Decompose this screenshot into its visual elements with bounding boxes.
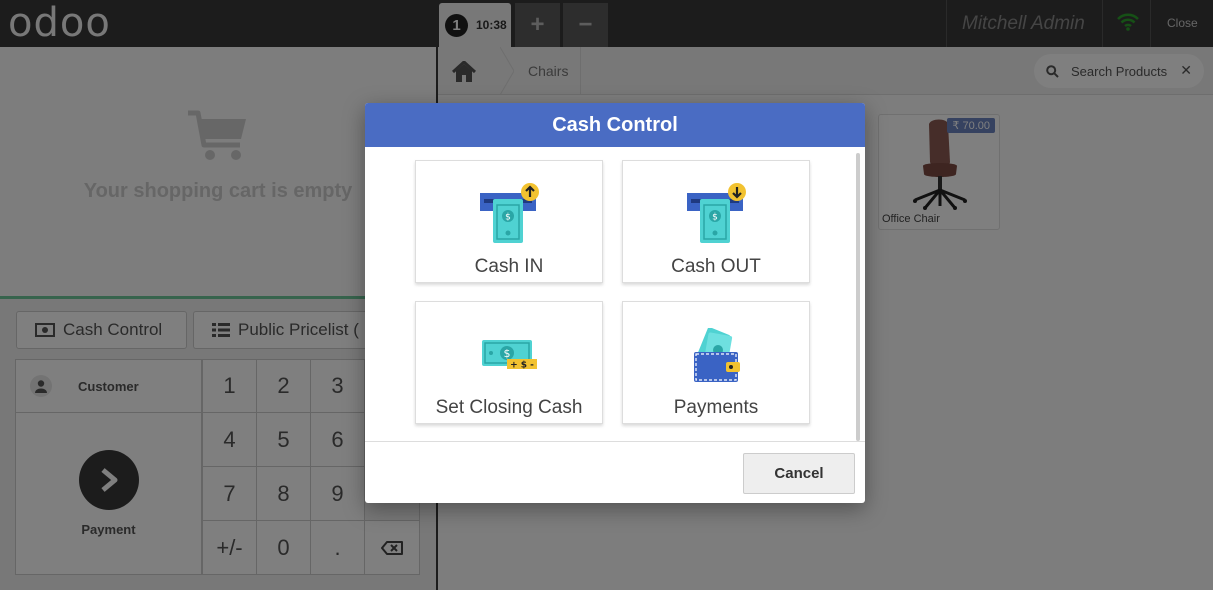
dialog-body: $ Cash IN $ Cash OUT $ + $ - Set Closing… <box>365 147 865 442</box>
cash-control-dialog: Cash Control $ Cash IN $ Cash OUT $ + $ … <box>365 103 865 503</box>
cash-in-icon: $ <box>416 183 604 245</box>
svg-text:$: $ <box>505 213 511 223</box>
payments-button[interactable]: Payments <box>622 301 810 424</box>
dialog-scrollbar[interactable] <box>856 153 860 441</box>
cash-out-icon: $ <box>623 183 811 245</box>
cash-out-label: Cash OUT <box>671 256 761 277</box>
closing-cash-icon: $ + $ - <box>416 338 604 370</box>
cash-in-label: Cash IN <box>474 256 544 277</box>
set-closing-cash-label: Set Closing Cash <box>435 397 583 418</box>
dialog-title: Cash Control <box>365 103 865 147</box>
set-closing-cash-button[interactable]: $ + $ - Set Closing Cash <box>415 301 603 424</box>
svg-text:$: $ <box>504 347 511 360</box>
cash-out-button[interactable]: $ Cash OUT <box>622 160 810 283</box>
cash-in-button[interactable]: $ Cash IN <box>415 160 603 283</box>
cancel-button[interactable]: Cancel <box>743 453 855 494</box>
svg-text:$: $ <box>712 213 718 223</box>
payments-label: Payments <box>673 397 759 418</box>
svg-text:+ $ -: + $ - <box>510 361 534 371</box>
wallet-icon <box>623 328 811 384</box>
